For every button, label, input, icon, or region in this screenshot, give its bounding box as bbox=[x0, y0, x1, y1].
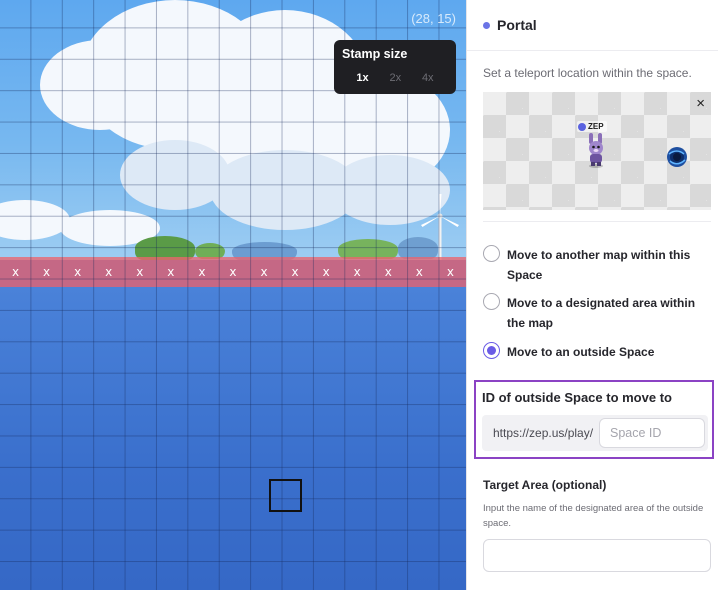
target-area-help: Input the name of the designated area of… bbox=[483, 503, 704, 529]
portal-settings-panel: Portal Set a teleport location within th… bbox=[466, 0, 718, 590]
panel-description: Set a teleport location within the space… bbox=[483, 66, 692, 80]
option-label: Move to a designated area within the map bbox=[507, 296, 696, 330]
outside-space-id-label: ID of outside Space to move to bbox=[482, 390, 672, 405]
blocked-tile-marker: x bbox=[11, 265, 20, 279]
blocked-tile-marker: x bbox=[291, 265, 299, 279]
blocked-tile-marker: x bbox=[260, 265, 268, 279]
blocked-tile-marker: x bbox=[415, 265, 423, 279]
space-id-input[interactable] bbox=[599, 418, 705, 448]
target-area-input[interactable] bbox=[483, 539, 711, 572]
stamp-size-1x[interactable]: 1x bbox=[356, 72, 368, 84]
blocked-tile-marker: x bbox=[74, 265, 82, 279]
map-canvas[interactable]: x x x x x x x x x x x x x x x (28, 15) Stamp size 1x 2… bbox=[0, 0, 466, 590]
blocked-tile-row: xxxxxxxxxxxxxxx bbox=[0, 257, 466, 287]
radio-outside-space[interactable] bbox=[483, 342, 500, 359]
blocked-tile-marker: x bbox=[43, 265, 51, 279]
avatar-character-icon bbox=[589, 133, 603, 168]
stamp-size-options: 1x 2x 4x bbox=[342, 72, 448, 84]
stamp-size-4x[interactable]: 4x bbox=[422, 72, 434, 84]
stamp-size-2x[interactable]: 2x bbox=[389, 72, 401, 84]
coordinate-readout: (28, 15) bbox=[411, 11, 456, 26]
option-label: Move to another map within this Space bbox=[507, 248, 691, 282]
option-move-to-another-map[interactable]: Move to another map within this Space bbox=[483, 245, 709, 285]
blocked-tile-marker: x bbox=[322, 265, 330, 279]
radio-designated-area[interactable] bbox=[483, 293, 500, 310]
character-name-tag: ZEP bbox=[577, 121, 607, 132]
blocked-tile-marker: x bbox=[167, 265, 175, 279]
panel-divider bbox=[483, 221, 711, 222]
panel-header: Portal bbox=[467, 0, 718, 51]
blocked-tile-marker: x bbox=[229, 265, 237, 279]
radio-another-map[interactable] bbox=[483, 245, 500, 262]
character-name: ZEP bbox=[588, 122, 604, 131]
tile-cursor bbox=[269, 479, 302, 512]
blocked-tile-marker: x bbox=[136, 265, 144, 279]
outside-space-id-field: https://zep.us/play/ bbox=[482, 415, 708, 451]
preview-close-icon[interactable]: × bbox=[696, 96, 705, 111]
outside-space-id-section: ID of outside Space to move to https://z… bbox=[474, 380, 714, 459]
blocked-tile-marker: x bbox=[446, 265, 454, 279]
option-label: Move to an outside Space bbox=[507, 345, 655, 359]
portal-dot-icon bbox=[483, 21, 490, 29]
sky-background bbox=[0, 0, 466, 260]
wind-turbine-icon bbox=[421, 194, 459, 260]
portal-preview: × ZEP bbox=[483, 92, 711, 210]
option-move-to-designated-area[interactable]: Move to a designated area within the map bbox=[483, 293, 709, 333]
option-move-to-outside-space[interactable]: Move to an outside Space bbox=[483, 342, 709, 362]
blocked-tile-marker: x bbox=[384, 265, 392, 279]
sea-area bbox=[0, 287, 466, 590]
blocked-tile-marker: x bbox=[353, 265, 361, 279]
url-prefix: https://zep.us/play/ bbox=[493, 426, 594, 440]
blocked-tile-marker: x bbox=[105, 265, 113, 279]
portal-swirl-icon bbox=[667, 147, 687, 167]
player-badge-icon bbox=[578, 122, 586, 131]
stamp-size-title: Stamp size bbox=[342, 47, 408, 61]
panel-title: Portal bbox=[497, 17, 537, 33]
stamp-size-popup: Stamp size 1x 2x 4x bbox=[334, 40, 456, 94]
blocked-tile-marker: x bbox=[198, 265, 206, 279]
target-area-label: Target Area (optional) bbox=[483, 478, 607, 492]
